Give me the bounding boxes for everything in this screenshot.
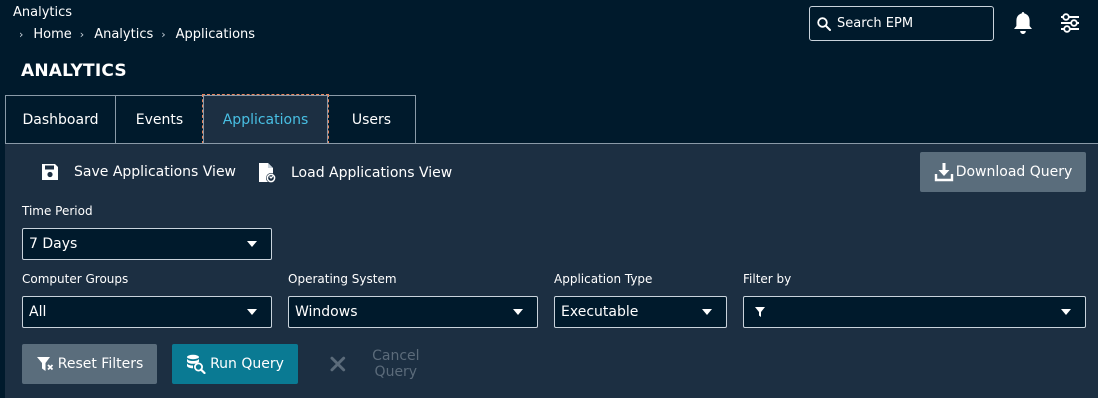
caret-down-icon [513,309,523,315]
search-input[interactable] [837,16,987,31]
x-icon [330,356,346,372]
tab-dashboard[interactable]: Dashboard [5,95,116,144]
time-period-select[interactable]: 7 Days [22,228,272,260]
breadcrumb: › Home › Analytics › Applications [19,27,263,42]
time-period-label: Time Period [22,204,93,218]
page-title: ANALYTICS [21,61,127,81]
search-icon [817,16,831,31]
tab-applications[interactable]: Applications [202,94,329,144]
breadcrumb-home[interactable]: Home [33,27,71,42]
filter-by-select[interactable] [743,296,1086,328]
cancel-query-label: Cancel Query [372,348,420,380]
save-view-label: Save Applications View [74,164,237,180]
application-type-select[interactable]: Executable [554,296,727,328]
funnel-icon [755,307,765,317]
computer-groups-label: Computer Groups [22,272,129,286]
load-view-button[interactable]: Load Applications View [257,162,452,184]
load-view-label: Load Applications View [291,165,453,181]
load-file-icon [259,163,276,183]
operating-system-label: Operating System [288,272,397,286]
application-type-value: Executable [561,304,639,320]
applications-panel: Save Applications View Load Applications… [5,143,1098,398]
app-title: Analytics [13,5,73,20]
save-icon [42,164,58,180]
filter-by-label: Filter by [743,272,792,286]
tab-events[interactable]: Events [115,95,204,144]
cancel-query-button: Cancel Query [330,344,442,384]
time-period-value: 7 Days [29,236,78,252]
run-query-label: Run Query [210,356,284,372]
chevron-right-icon: › [79,28,85,41]
application-type-label: Application Type [554,272,653,286]
computer-groups-value: All [29,304,47,320]
breadcrumb-analytics[interactable]: Analytics [94,27,153,42]
download-query-button[interactable]: Download Query [920,152,1086,192]
run-query-button[interactable]: Run Query [172,344,298,384]
caret-down-icon [702,309,712,315]
caret-down-icon [247,241,257,247]
operating-system-select[interactable]: Windows [288,296,538,328]
download-query-label: Download Query [955,164,1073,180]
reset-filters-label: Reset Filters [57,356,144,372]
tab-bar: Dashboard Events Applications Users [5,94,416,144]
caret-down-icon [1061,309,1071,315]
save-view-button[interactable]: Save Applications View [40,162,236,182]
reset-filter-icon [36,357,53,371]
bell-icon[interactable] [1011,10,1035,36]
database-search-icon [187,354,206,374]
caret-down-icon [247,309,257,315]
chevron-right-icon: › [161,28,166,41]
operating-system-value: Windows [295,304,358,320]
computer-groups-select[interactable]: All [22,296,272,328]
chevron-right-icon: › [19,28,24,41]
reset-filters-button[interactable]: Reset Filters [22,344,157,384]
breadcrumb-applications: Applications [175,27,256,42]
app-root: Analytics › Home › Analytics › Applicati… [0,0,1098,398]
tab-users[interactable]: Users [327,95,416,144]
settings-sliders-icon[interactable] [1059,13,1081,33]
download-icon [934,163,953,182]
search-box[interactable] [809,6,994,41]
